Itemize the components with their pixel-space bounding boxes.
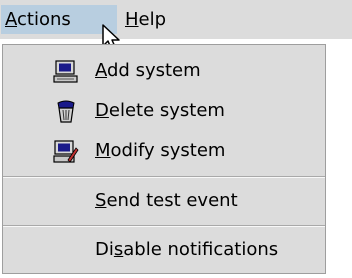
menu-item-send-test-event[interactable]: Send test event <box>3 181 325 221</box>
menu-item-modify-system[interactable]: Modify system <box>3 131 325 171</box>
menu-actions[interactable]: Actions <box>1 5 117 34</box>
actions-dropdown-menu: Add system Delete system Modify system S… <box>2 44 326 274</box>
menu-item-label: Delete system <box>95 100 225 121</box>
menu-help-text: Help <box>125 9 167 30</box>
menu-actions-text: Actions <box>5 9 71 30</box>
menu-item-add-system[interactable]: Add system <box>3 51 325 91</box>
add-system-icon <box>53 59 79 83</box>
menu-item-label: Send test event <box>95 190 238 211</box>
menu-separator <box>3 176 325 178</box>
menu-item-label: Add system <box>95 60 201 81</box>
delete-system-icon <box>53 99 79 123</box>
menu-item-disable-notifications[interactable]: Disable notifications <box>3 230 325 270</box>
menu-separator <box>3 225 325 227</box>
menu-item-delete-system[interactable]: Delete system <box>3 91 325 131</box>
modify-system-icon <box>53 139 79 163</box>
menu-help[interactable]: Help <box>121 5 191 34</box>
menu-bar: Actions Help <box>0 0 352 52</box>
menu-item-label: Modify system <box>95 140 226 161</box>
menu-item-label: Disable notifications <box>95 239 279 260</box>
